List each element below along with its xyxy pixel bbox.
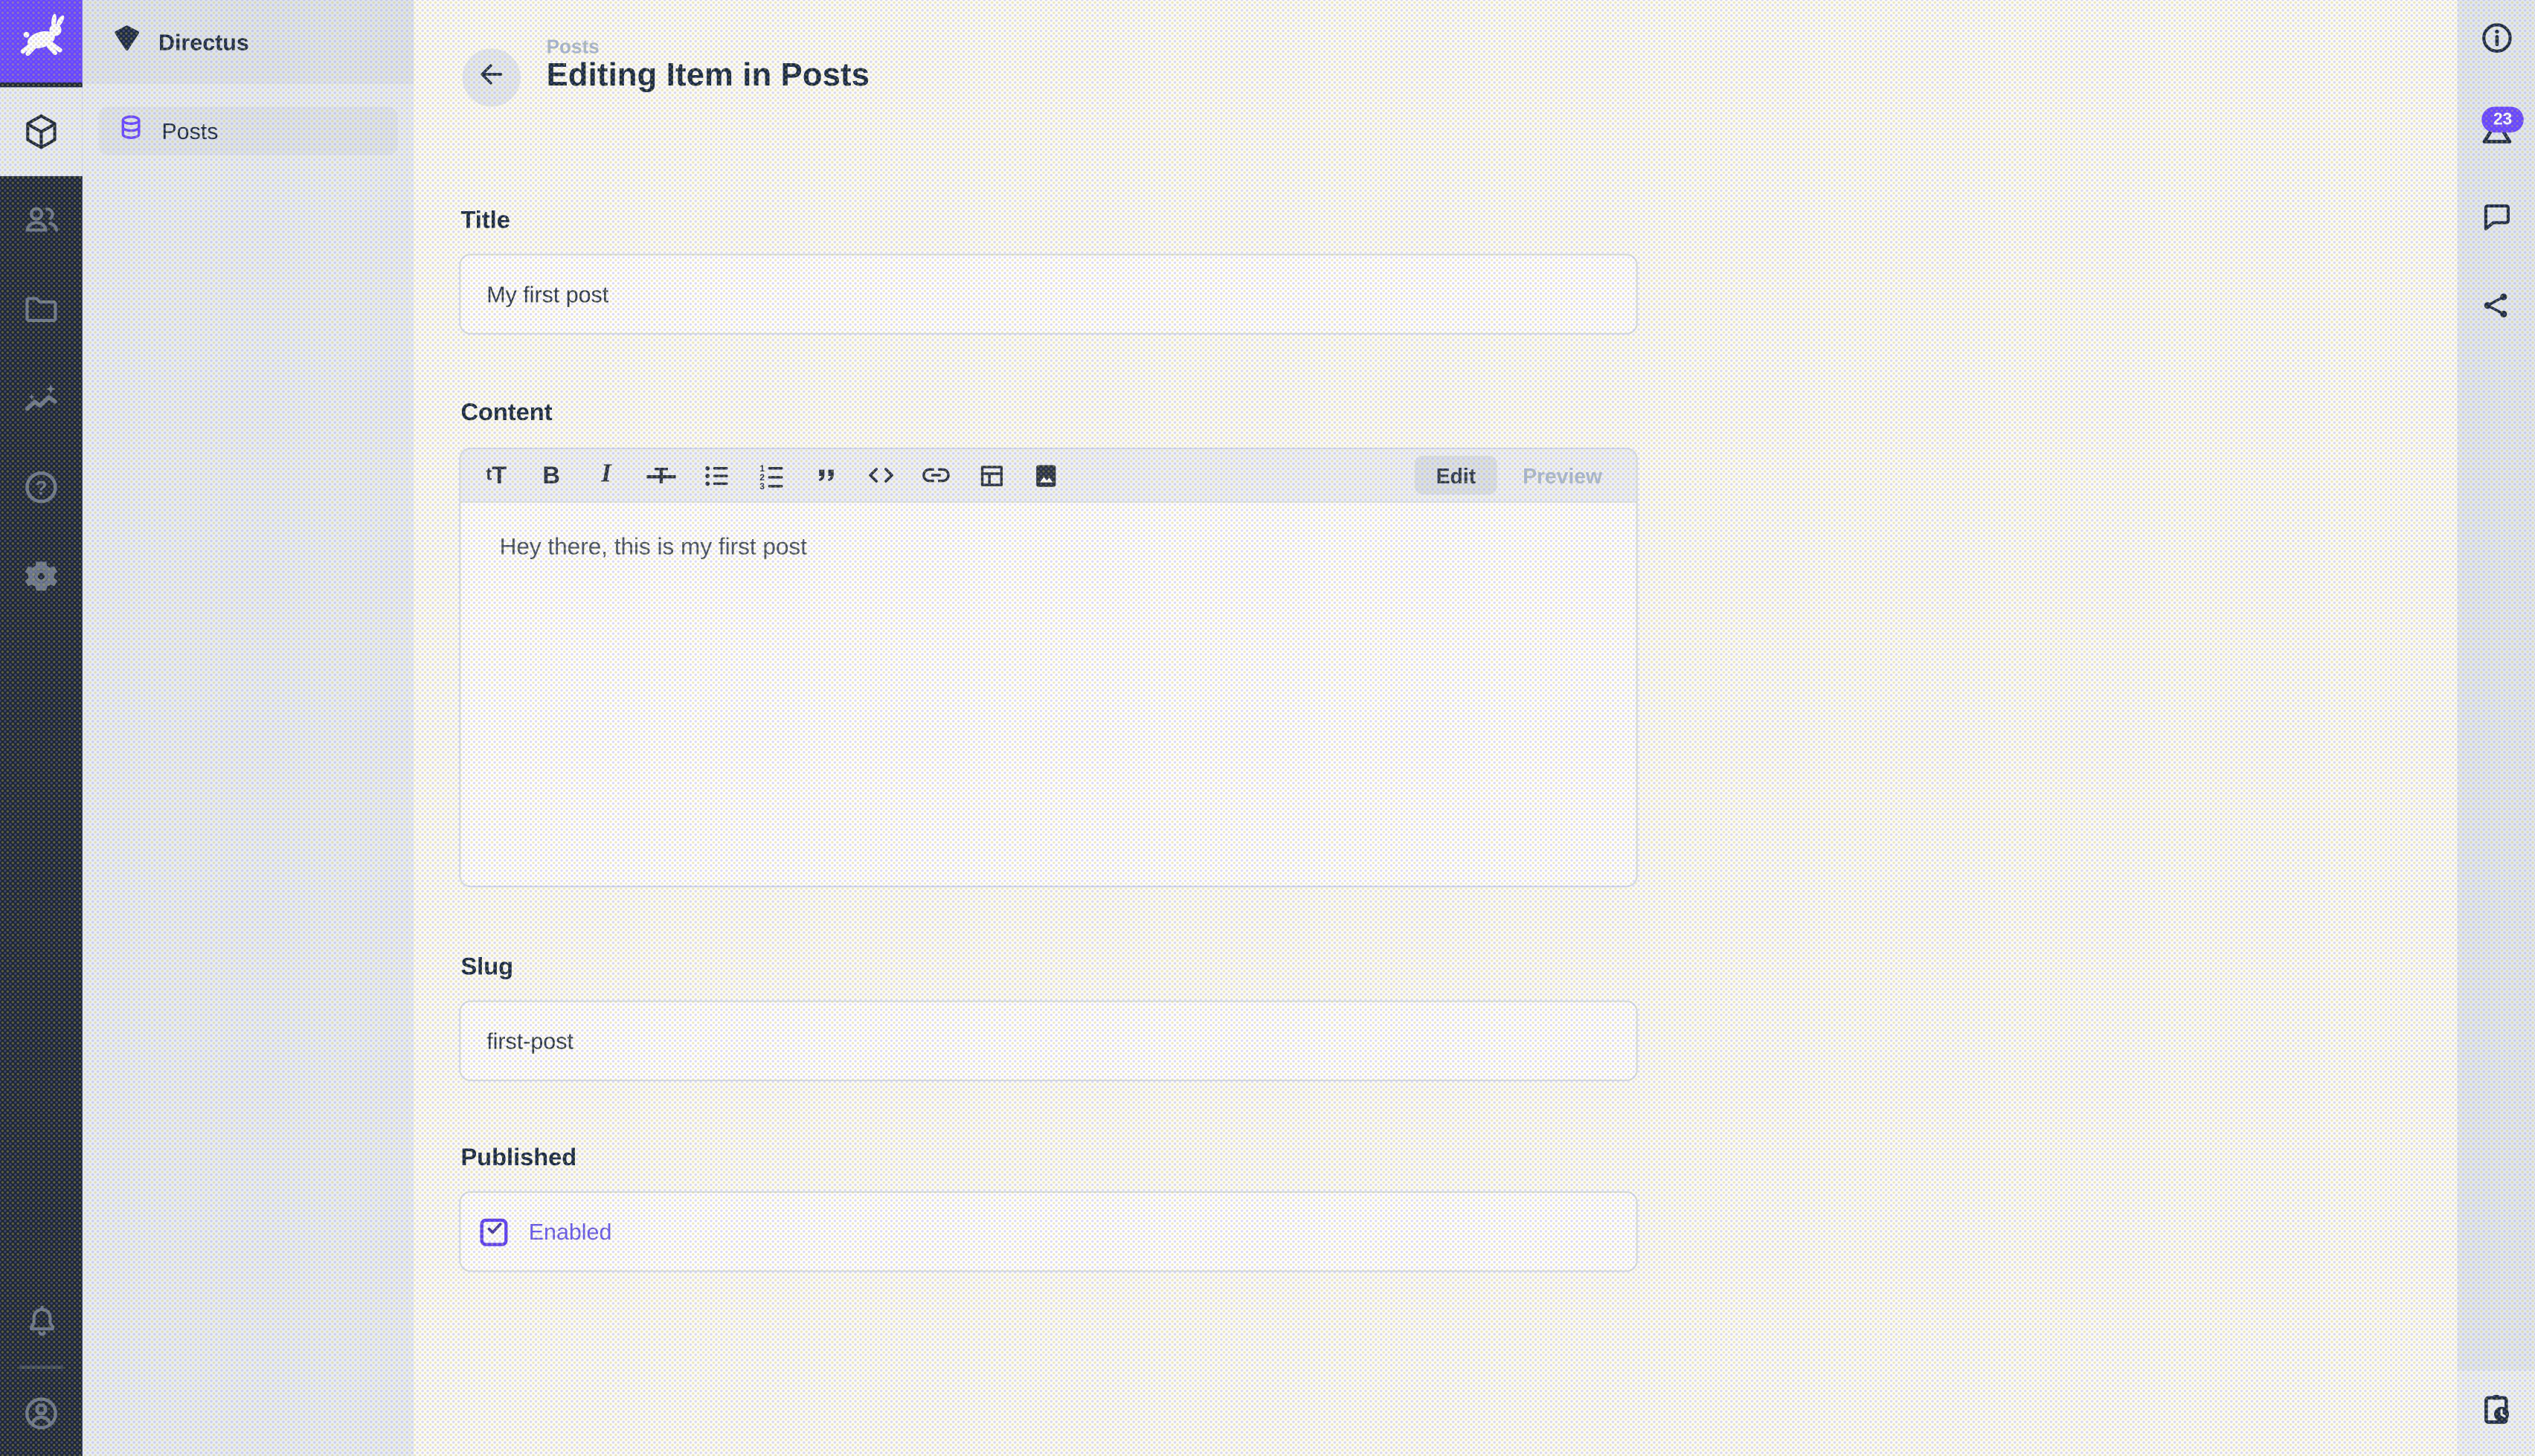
published-field-label: Published [460,1144,576,1172]
content-field-label: Content [460,399,552,427]
published-field: Enabled [459,1191,1637,1272]
slug-input[interactable] [460,1002,1636,1080]
notifications-button[interactable] [0,1277,83,1366]
comments-button[interactable] [2477,202,2516,241]
box-icon [21,112,61,152]
module-insights[interactable] [0,354,83,443]
module-bar-bottom [0,1277,83,1456]
nav-sidebar: Directus Posts [83,0,414,1456]
directus-logo[interactable] [0,0,83,83]
nav-item-label: Posts [161,118,218,144]
ordered-list-icon[interactable]: 1 2 3 [744,455,799,495]
svg-text:3: 3 [759,480,764,491]
breadcrumb[interactable]: Posts [547,36,600,58]
rabbit-logo-icon [13,13,68,69]
title-field [459,254,1637,335]
strikethrough-icon[interactable]: T [634,455,689,495]
code-icon[interactable] [854,455,909,495]
directus-app: ? [0,0,2535,1456]
back-button[interactable] [463,48,521,106]
title-field-label: Title [460,207,510,234]
svg-text:?: ? [35,477,47,499]
title-input[interactable] [460,255,1636,332]
project-chooser[interactable]: Directus [83,0,414,84]
main-content: Posts Editing Item in Posts [414,0,2457,1456]
module-content[interactable] [0,87,83,176]
pending-actions-icon [2477,1390,2516,1437]
share-button[interactable] [2477,289,2516,328]
checkbox-check-icon [484,1217,504,1246]
content-editor[interactable]: Hey there, this is my first post [460,503,1636,593]
account-icon [21,1392,61,1432]
markdown-toolbar: tT B I T 1 2 3 [460,449,1636,503]
page-title: Editing Item in Posts [547,58,870,95]
bullet-list-icon[interactable] [689,455,744,495]
database-icon [116,112,145,149]
published-checkbox[interactable] [481,1218,508,1246]
right-sidebar: 23 [2458,0,2535,1456]
slug-field-label: Slug [460,953,513,981]
link-icon[interactable] [908,455,963,495]
help-icon: ? [21,467,61,507]
info-button[interactable] [2477,22,2516,61]
tab-preview[interactable]: Preview [1503,463,1622,488]
share-icon [2478,287,2514,331]
content-field: tT B I T 1 2 3 [459,448,1637,887]
bold-icon[interactable]: B [524,455,579,495]
bell-icon [22,1302,60,1341]
table-icon[interactable] [963,455,1018,495]
account-button[interactable] [0,1369,83,1456]
info-icon [2478,19,2515,65]
insights-icon [21,379,61,419]
folder-icon [21,289,61,329]
published-checkbox-label[interactable]: Enabled [529,1219,612,1245]
module-settings[interactable] [0,532,83,621]
tab-edit[interactable]: Edit [1415,456,1497,495]
slug-field [459,1000,1637,1081]
nav-item-posts[interactable]: Posts [99,106,398,155]
editor-tabs: Edit Preview [1415,456,1636,495]
gear-icon [21,556,61,596]
module-bar: ? [0,0,83,1456]
project-diamond-icon [112,22,142,61]
module-help[interactable]: ? [0,443,83,532]
module-user-directory[interactable] [0,176,83,265]
blockquote-icon[interactable] [799,455,854,495]
users-icon [21,201,61,241]
italic-icon[interactable]: I [579,455,634,495]
module-file-library[interactable] [0,265,83,354]
arrow-left-icon [475,57,507,97]
flows-log-button[interactable] [2458,1370,2535,1456]
revisions-badge: 23 [2481,106,2524,132]
comments-icon [2478,199,2515,244]
image-icon[interactable] [1018,455,1073,495]
project-name: Directus [158,29,249,55]
heading-icon[interactable]: tT [469,455,524,495]
